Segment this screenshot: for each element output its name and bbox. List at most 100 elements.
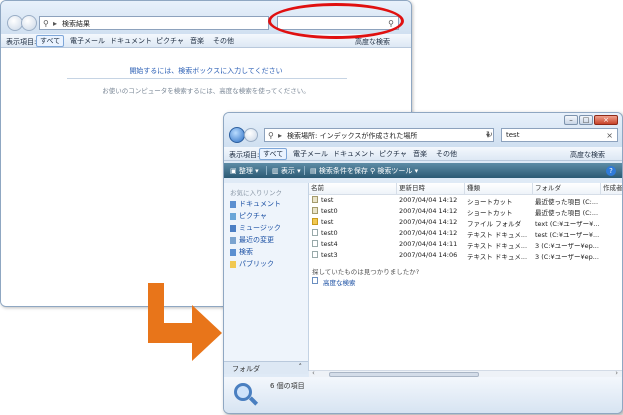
search-input[interactable]: test ×: [501, 128, 618, 142]
search-window-results: – □ × ⚲ ▸ 検索場所: インデックスが作成された場所 ▾ ↻ test …: [223, 112, 623, 414]
advanced-search-link[interactable]: 高度な検索: [323, 277, 356, 287]
filter-all[interactable]: すべて: [259, 148, 288, 160]
favorites-header: お気に入りリンク: [230, 189, 282, 197]
command-bar: ▣ 整理 ▾ ▥ 表示 ▾ ▤ 検索条件を保存 ⚲ 検索ツール ▾ ?: [224, 163, 622, 178]
filter-email[interactable]: 電子メール: [67, 35, 108, 47]
divider: [67, 78, 347, 79]
folder-icon: [312, 218, 318, 225]
filter-other[interactable]: その他: [210, 35, 237, 47]
row-name: test0: [321, 207, 338, 215]
row-folder: test (C:¥ユーザー¥...: [535, 231, 600, 239]
nav-item-documents[interactable]: ドキュメント: [230, 199, 281, 209]
column-modified[interactable]: 更新日時: [397, 183, 465, 194]
text-file-icon: [312, 229, 318, 236]
views-menu[interactable]: ▥ 表示 ▾: [272, 166, 301, 176]
item-count: 6 個の項目: [270, 382, 305, 390]
maximize-button[interactable]: □: [579, 115, 593, 125]
column-type[interactable]: 種類: [465, 183, 533, 194]
folders-label: フォルダ: [232, 365, 260, 373]
details-pane: 6 個の項目: [224, 377, 622, 413]
chevron-right-icon: ▸: [278, 131, 283, 140]
arrow-down-right-icon: [148, 283, 222, 361]
forward-button[interactable]: [21, 15, 37, 31]
search-icon: ⚲: [43, 19, 49, 28]
nav-item-public[interactable]: パブリック: [230, 259, 274, 269]
row-date: 2007/04/04 14:12: [399, 229, 458, 237]
advanced-search-link[interactable]: 高度な検索: [570, 150, 605, 160]
folders-toggle[interactable]: フォルダ ˄: [224, 361, 308, 374]
row-name: test0: [321, 229, 338, 237]
row-date: 2007/04/04 14:12: [399, 196, 458, 204]
filter-documents[interactable]: ドキュメント: [330, 148, 378, 160]
filter-documents[interactable]: ドキュメント: [107, 35, 155, 47]
views-label: 表示: [280, 167, 295, 175]
search-value: test: [506, 131, 520, 139]
row-type: テキスト ドキュメ...: [467, 242, 528, 250]
filter-music[interactable]: 音楽: [410, 148, 430, 160]
row-folder: 最近使った項目 (C:...: [535, 198, 599, 206]
recent-icon: [230, 236, 236, 244]
scroll-left-icon[interactable]: ‹: [312, 369, 315, 377]
search-tools-label: 検索ツール: [377, 167, 413, 175]
address-bar[interactable]: ⚲ ▸ 検索結果: [39, 16, 269, 30]
row-type: テキスト ドキュメ...: [467, 231, 528, 239]
filter-bar: 表示項目: すべて 電子メール ドキュメント ピクチャ 音楽 その他 高度な検索: [224, 147, 622, 161]
row-date: 2007/04/04 14:11: [399, 240, 458, 248]
file-list: 名前 更新日時 種類 フォルダ 作成者 test 2007/04/04 14:1…: [309, 183, 622, 371]
filter-other[interactable]: その他: [433, 148, 460, 160]
help-icon[interactable]: ?: [606, 166, 616, 176]
advanced-search-link[interactable]: 高度な検索: [355, 37, 390, 47]
nav-item-pictures[interactable]: ピクチャ: [230, 211, 267, 221]
row-folder: 最近使った項目 (C:...: [535, 209, 599, 217]
search-icon: [230, 248, 236, 256]
filter-all[interactable]: すべて: [36, 35, 65, 47]
filter-label: 表示項目:: [229, 151, 260, 159]
column-name[interactable]: 名前: [309, 183, 397, 194]
minimize-button[interactable]: –: [564, 115, 578, 125]
scroll-right-icon[interactable]: ›: [615, 369, 618, 377]
nav-item-music[interactable]: ミュージック: [230, 223, 281, 233]
row-type: ショートカット: [467, 209, 513, 217]
nav-item-label: パブリック: [239, 260, 274, 268]
row-type: ファイル フォルダ: [467, 220, 522, 228]
address-bar[interactable]: ⚲ ▸ 検索場所: インデックスが作成された場所 ▾: [264, 128, 494, 142]
filter-pictures[interactable]: ピクチャ: [376, 148, 410, 160]
row-type: ショートカット: [467, 198, 513, 206]
row-folder: text (C:¥ユーザー¥...: [535, 220, 600, 228]
clear-icon[interactable]: ×: [606, 131, 613, 140]
shortcut-icon: [312, 207, 318, 214]
chevron-right-icon: ▸: [53, 19, 58, 28]
column-author[interactable]: 作成者: [601, 183, 622, 194]
navigation-pane: お気に入りリンク ドキュメント ピクチャ ミュージック 最近の変更 検索 パブリ…: [224, 183, 309, 371]
filter-pictures[interactable]: ピクチャ: [153, 35, 187, 47]
filter-music[interactable]: 音楽: [187, 35, 207, 47]
address-text: 検索場所: インデックスが作成された場所: [287, 132, 418, 140]
nav-item-label: ドキュメント: [239, 200, 281, 208]
row-folder: 3 (C:¥ユーザー¥ep...: [535, 253, 599, 261]
row-name: test4: [321, 240, 338, 248]
column-folder[interactable]: フォルダ: [533, 183, 601, 194]
back-button[interactable]: [229, 127, 245, 143]
search-icon: ⚲: [268, 131, 274, 140]
search-icon-handle: [248, 396, 259, 406]
row-date: 2007/04/04 14:12: [399, 218, 458, 226]
shortcut-icon: [312, 196, 318, 203]
row-date: 2007/04/04 14:06: [399, 251, 458, 259]
close-button[interactable]: ×: [594, 115, 618, 125]
text-file-icon: [312, 251, 318, 258]
nav-item-search[interactable]: 検索: [230, 247, 253, 257]
divider: [304, 166, 305, 175]
filter-email[interactable]: 電子メール: [290, 148, 331, 160]
save-search-label: 検索条件を保存: [318, 167, 368, 175]
row-type: テキスト ドキュメ...: [467, 253, 528, 261]
refresh-icon[interactable]: ↻: [486, 130, 493, 139]
highlight-ellipse: [268, 3, 404, 39]
organize-menu[interactable]: ▣ 整理 ▾: [230, 166, 259, 176]
address-text: 検索結果: [62, 20, 90, 28]
forward-button[interactable]: [244, 128, 258, 142]
nav-item-label: 検索: [239, 248, 253, 256]
search-hint-primary: 開始するには、検索ボックスに入力してください: [129, 67, 283, 75]
search-tools-menu[interactable]: ⚲ 検索ツール ▾: [370, 166, 418, 176]
nav-item-recent[interactable]: 最近の変更: [230, 235, 274, 245]
save-search-button[interactable]: ▤ 検索条件を保存: [310, 166, 368, 176]
